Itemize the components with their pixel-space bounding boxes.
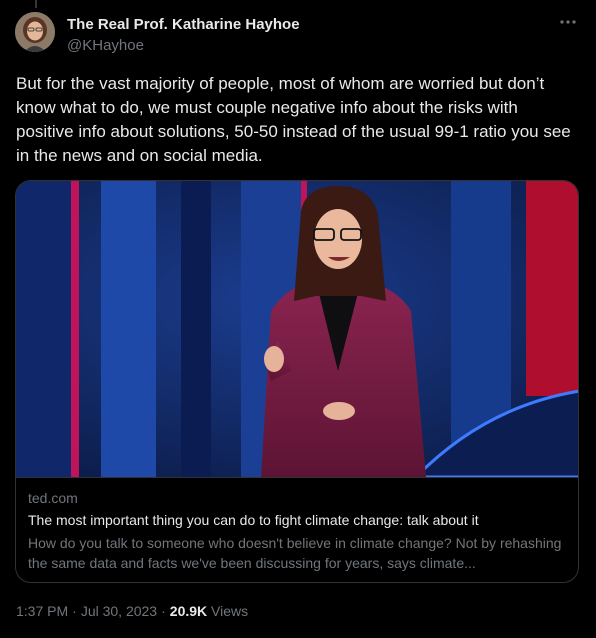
link-card-image [16,181,578,477]
separator: · [161,603,166,619]
separator: · [72,603,77,619]
thread-connector [35,0,37,8]
link-card[interactable]: ted.com The most important thing you can… [15,180,579,583]
tweet-time[interactable]: 1:37 PM [16,603,68,619]
link-card-description: How do you talk to someone who doesn't b… [28,535,562,571]
views-label: Views [211,603,249,619]
views-count: 20.9K [169,603,208,619]
more-button[interactable] [558,12,578,32]
link-card-domain: ted.com [28,490,78,506]
author-name[interactable]: The Real Prof. Katharine Hayhoe [67,16,300,33]
tweet-date[interactable]: Jul 30, 2023 [81,603,157,619]
tweet-text: But for the vast majority of people, mos… [16,74,571,165]
author-handle[interactable]: @KHayhoe [67,37,144,54]
link-card-title[interactable]: The most important thing you can do to f… [28,512,568,528]
avatar-image [15,12,55,52]
link-card-meta: ted.com The most important thing you can… [16,477,578,582]
tweet-footer: 1:37 PM · Jul 30, 2023 · 20.9K Views [16,603,248,619]
avatar[interactable] [15,12,55,52]
more-icon [560,20,576,24]
